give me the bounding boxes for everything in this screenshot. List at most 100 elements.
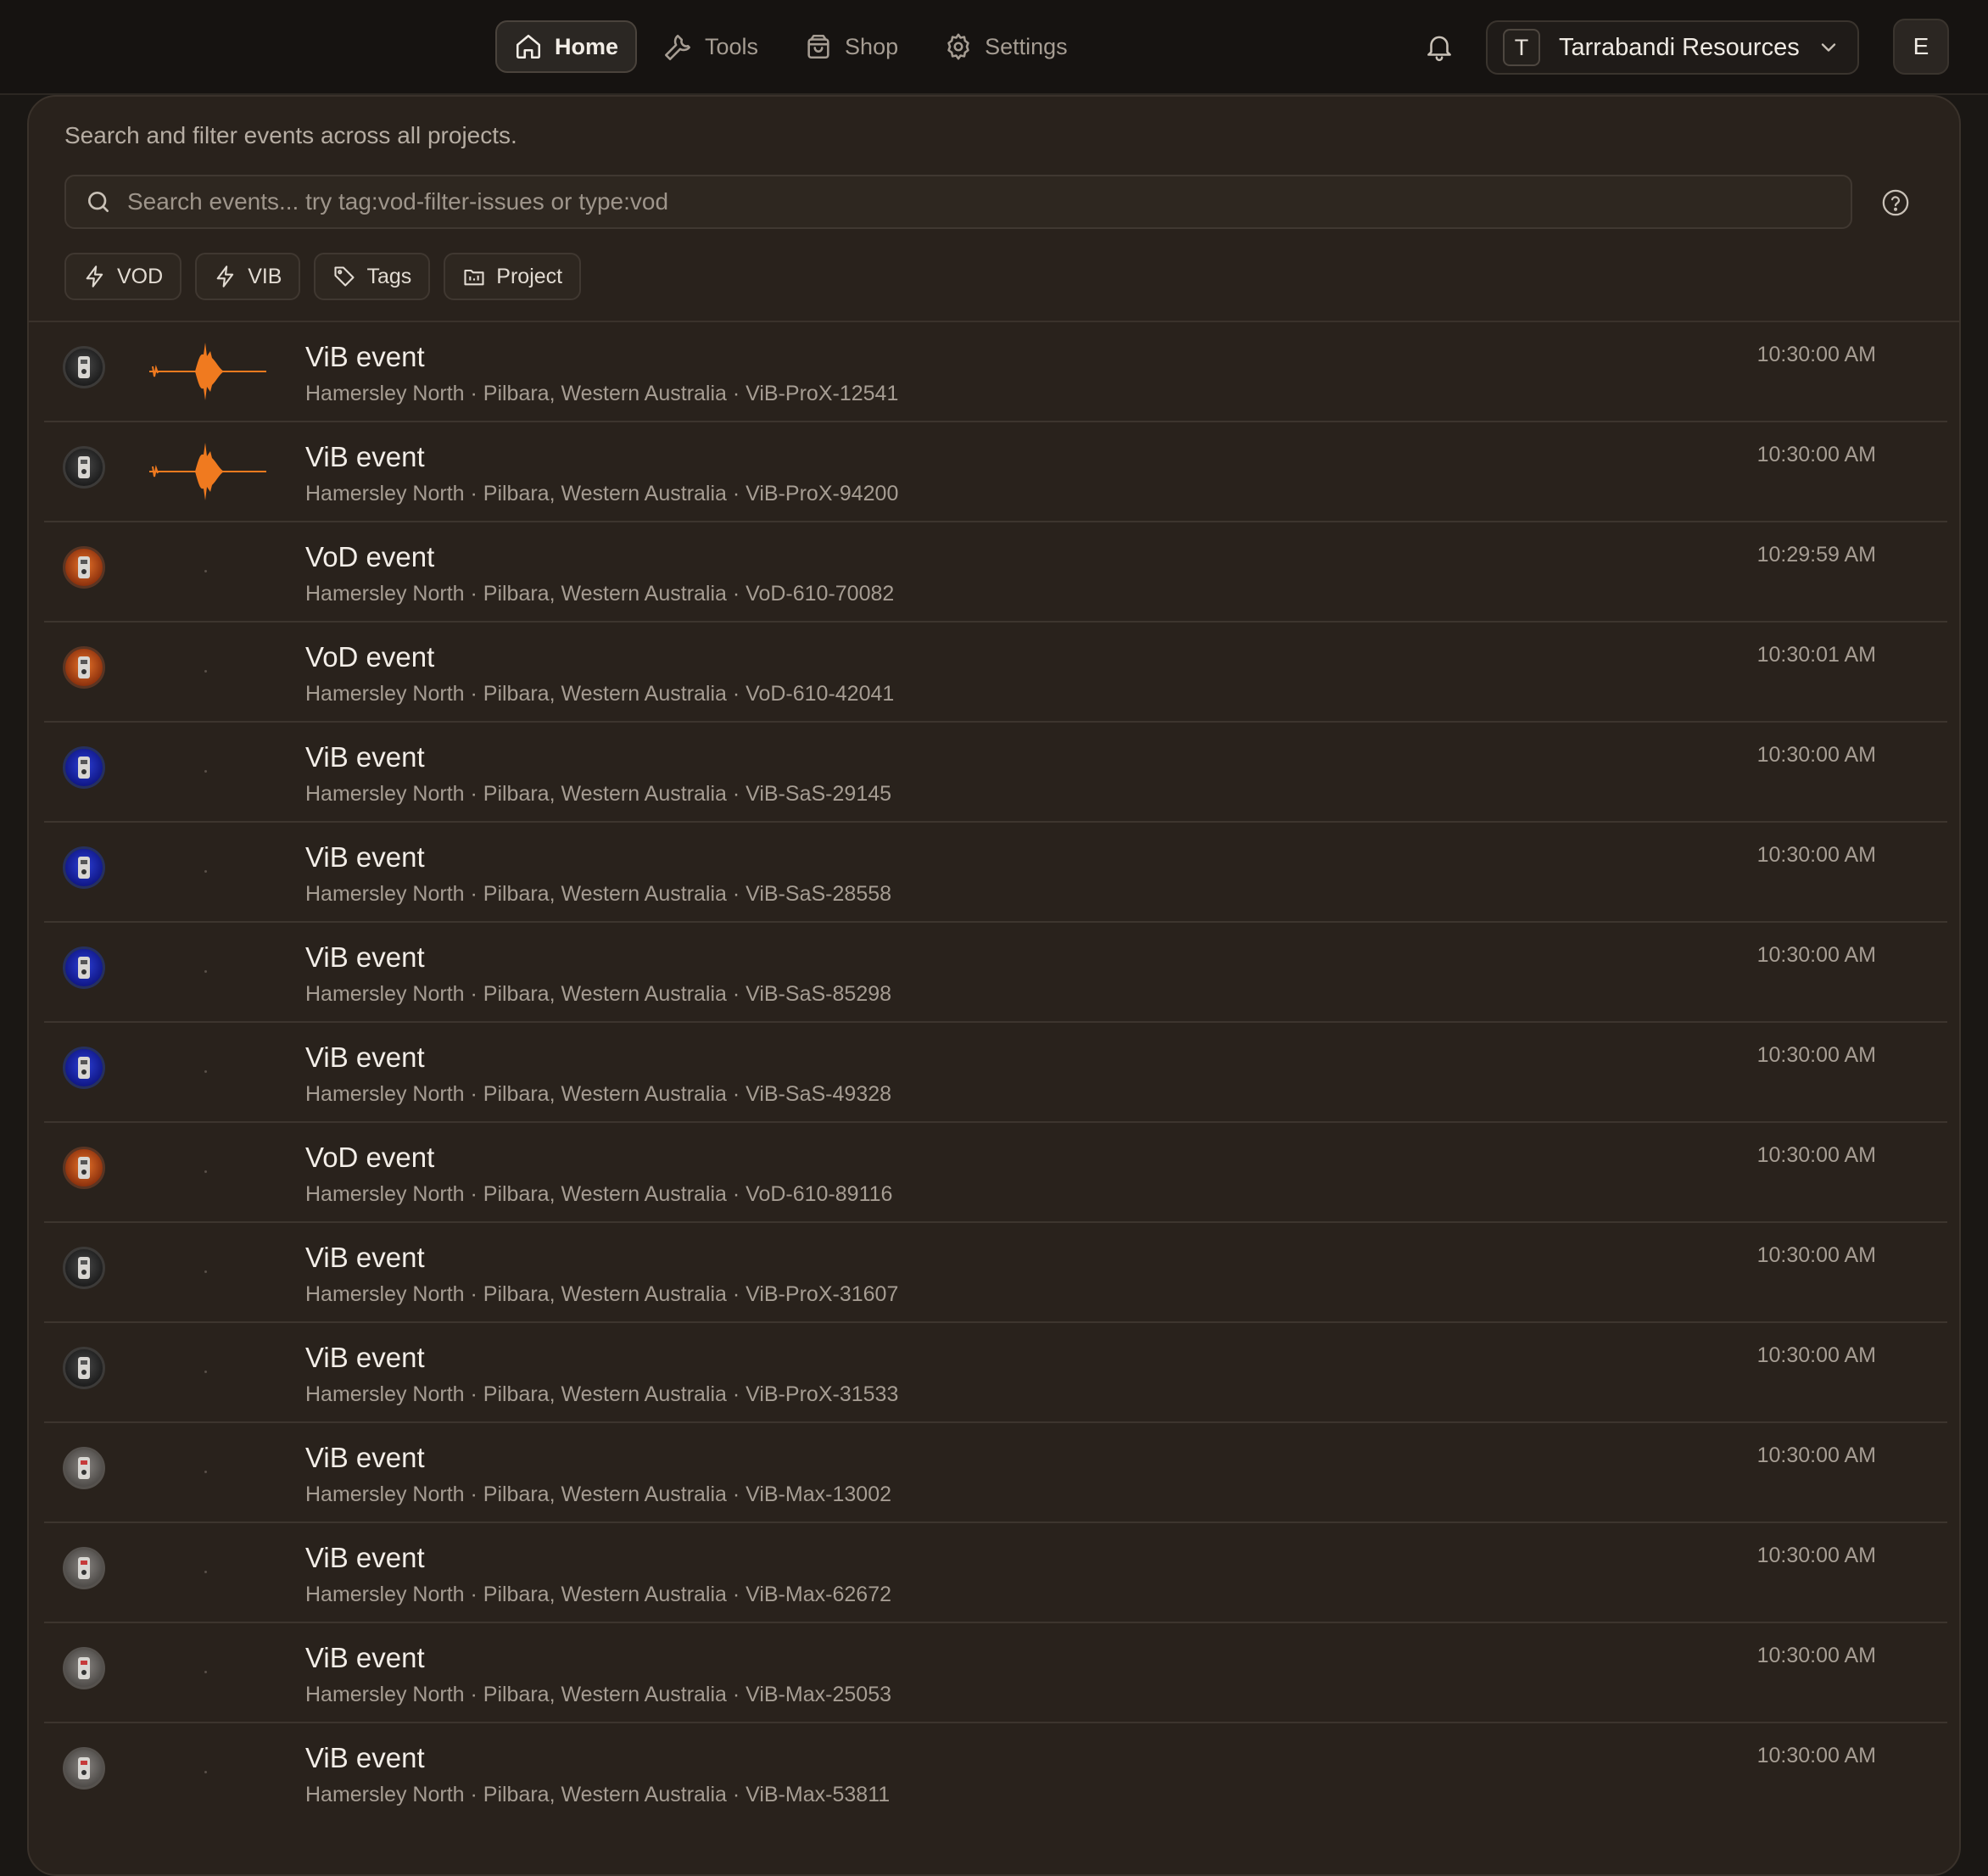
event-row[interactable]: ViB event Hamersley North · Pilbara, Wes… xyxy=(44,322,1947,422)
thumbnail-placeholder xyxy=(204,1270,207,1273)
bell-icon[interactable] xyxy=(1423,31,1455,63)
search-icon xyxy=(88,192,109,212)
event-time: 10:30:00 AM xyxy=(1756,1443,1876,1467)
event-row[interactable]: ViB event Hamersley North · Pilbara, Wes… xyxy=(44,823,1947,923)
device-icon xyxy=(63,1147,105,1189)
org-name: Tarrabandi Resources xyxy=(1559,33,1800,61)
event-subtitle: Hamersley North · Pilbara, Western Austr… xyxy=(305,1282,899,1306)
filter-project-button[interactable]: Project xyxy=(444,253,582,300)
device-icon xyxy=(63,1047,105,1089)
thumbnail-placeholder xyxy=(204,1371,207,1373)
org-initial-badge: T xyxy=(1503,29,1540,66)
event-title: ViB event xyxy=(305,1242,425,1273)
event-row[interactable]: ViB event Hamersley North · Pilbara, Wes… xyxy=(44,422,1947,522)
panel-subtitle: Search and filter events across all proj… xyxy=(64,122,517,148)
filter-vod-button[interactable]: VOD xyxy=(64,253,182,300)
user-avatar[interactable]: E xyxy=(1893,19,1949,75)
waveform-thumbnail xyxy=(149,343,266,400)
tag-icon xyxy=(334,266,355,287)
event-subtitle: Hamersley North · Pilbara, Western Austr… xyxy=(305,682,895,706)
event-row[interactable]: ViB event Hamersley North · Pilbara, Wes… xyxy=(44,1423,1947,1523)
filter-vib-label: VIB xyxy=(248,264,282,288)
device-icon xyxy=(63,946,105,989)
event-time: 10:30:00 AM xyxy=(1756,1143,1876,1167)
nav-tools-label: Tools xyxy=(705,33,759,59)
event-time: 10:30:00 AM xyxy=(1756,443,1876,466)
lightning-icon xyxy=(216,265,234,288)
device-icon xyxy=(63,546,105,589)
event-title: ViB event xyxy=(305,341,425,372)
chevron-down-icon xyxy=(1821,43,1836,52)
event-subtitle: Hamersley North · Pilbara, Western Austr… xyxy=(305,382,899,405)
event-row[interactable]: ViB event Hamersley North · Pilbara, Wes… xyxy=(44,1523,1947,1623)
event-time: 10:29:59 AM xyxy=(1756,543,1876,567)
event-title: ViB event xyxy=(305,1742,425,1773)
top-navigation-bar: Home Tools Shop Settings T Tarrabandi Re… xyxy=(0,0,1988,95)
event-title: ViB event xyxy=(305,1041,425,1073)
device-icon xyxy=(63,1247,105,1289)
device-icon xyxy=(63,646,105,689)
project-icon xyxy=(464,269,484,286)
thumbnail-placeholder xyxy=(204,1671,207,1673)
event-time: 10:30:00 AM xyxy=(1756,1544,1876,1567)
event-row[interactable]: VoD event Hamersley North · Pilbara, Wes… xyxy=(44,1123,1947,1223)
event-time: 10:30:00 AM xyxy=(1756,1644,1876,1667)
gear-icon xyxy=(947,33,969,60)
device-icon xyxy=(63,1747,105,1789)
filter-vib-button[interactable]: VIB xyxy=(195,253,301,300)
filter-bar: VOD VIB Tags Project xyxy=(64,253,595,300)
thumbnail-placeholder xyxy=(204,1571,207,1573)
event-time: 10:30:00 AM xyxy=(1756,743,1876,767)
event-title: ViB event xyxy=(305,1342,425,1373)
waveform-thumbnail xyxy=(149,443,266,500)
event-row[interactable]: ViB event Hamersley North · Pilbara, Wes… xyxy=(44,1023,1947,1123)
home-icon xyxy=(516,34,541,59)
filter-tags-button[interactable]: Tags xyxy=(314,253,431,300)
event-row[interactable]: VoD event Hamersley North · Pilbara, Wes… xyxy=(44,623,1947,723)
filter-project-label: Project xyxy=(496,264,563,288)
device-icon xyxy=(63,746,105,789)
thumbnail-placeholder xyxy=(204,1771,207,1773)
lightning-icon xyxy=(86,265,103,288)
nav-shop[interactable]: Shop xyxy=(785,20,917,73)
event-row[interactable]: ViB event Hamersley North · Pilbara, Wes… xyxy=(44,1723,1947,1822)
event-subtitle: Hamersley North · Pilbara, Western Austr… xyxy=(305,1783,891,1806)
organization-selector[interactable]: T Tarrabandi Resources xyxy=(1486,20,1859,75)
help-icon[interactable] xyxy=(1881,188,1910,217)
thumbnail-placeholder xyxy=(204,1471,207,1473)
event-row[interactable]: ViB event Hamersley North · Pilbara, Wes… xyxy=(44,1223,1947,1323)
nav-tools[interactable]: Tools xyxy=(645,20,777,73)
wrench-icon xyxy=(665,34,691,61)
event-title: ViB event xyxy=(305,941,425,973)
device-icon xyxy=(63,846,105,889)
device-icon xyxy=(63,1547,105,1589)
search-input[interactable] xyxy=(126,187,1851,216)
event-subtitle: Hamersley North · Pilbara, Western Austr… xyxy=(305,782,892,806)
event-title: ViB event xyxy=(305,1442,425,1473)
event-subtitle: Hamersley North · Pilbara, Western Austr… xyxy=(305,1182,893,1206)
nav-settings-label: Settings xyxy=(985,33,1068,59)
nav-home[interactable]: Home xyxy=(495,20,638,73)
event-row[interactable]: ViB event Hamersley North · Pilbara, Wes… xyxy=(44,1323,1947,1423)
event-row[interactable]: VoD event Hamersley North · Pilbara, Wes… xyxy=(44,522,1947,623)
event-time: 10:30:00 AM xyxy=(1756,1243,1876,1267)
search-bar xyxy=(64,175,1852,229)
event-row[interactable]: ViB event Hamersley North · Pilbara, Wes… xyxy=(44,923,1947,1023)
nav-settings[interactable]: Settings xyxy=(925,20,1086,73)
event-title: ViB event xyxy=(305,441,425,472)
device-icon xyxy=(63,1647,105,1689)
event-row[interactable]: ViB event Hamersley North · Pilbara, Wes… xyxy=(44,723,1947,823)
event-subtitle: Hamersley North · Pilbara, Western Austr… xyxy=(305,1082,892,1106)
event-title: VoD event xyxy=(305,1142,435,1173)
event-time: 10:30:00 AM xyxy=(1756,1343,1876,1367)
device-icon xyxy=(63,346,105,388)
event-subtitle: Hamersley North · Pilbara, Western Austr… xyxy=(305,482,899,505)
event-title: ViB event xyxy=(305,1542,425,1573)
event-time: 10:30:00 AM xyxy=(1756,943,1876,967)
event-subtitle: Hamersley North · Pilbara, Western Austr… xyxy=(305,982,892,1006)
event-subtitle: Hamersley North · Pilbara, Western Austr… xyxy=(305,882,892,906)
event-row[interactable]: ViB event Hamersley North · Pilbara, Wes… xyxy=(44,1623,1947,1723)
events-panel: Search and filter events across all proj… xyxy=(27,95,1961,1876)
filter-vod-label: VOD xyxy=(117,264,164,288)
event-title: ViB event xyxy=(305,1642,425,1673)
